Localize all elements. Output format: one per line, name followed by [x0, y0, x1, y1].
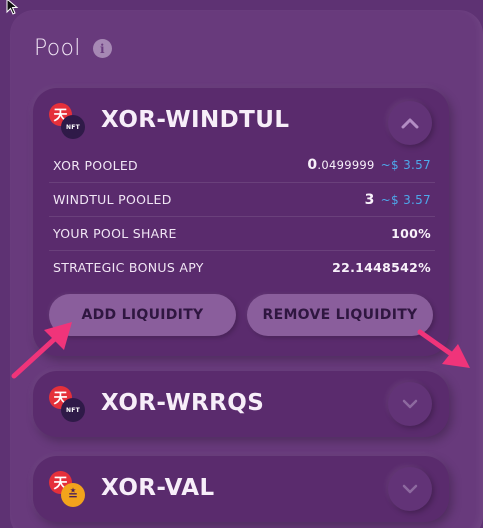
collapse-pool-button[interactable]: [388, 101, 432, 145]
pool-pair-header: 天 NFT XOR-WINDTUL: [49, 103, 290, 139]
value-integer: 0: [307, 157, 318, 173]
pool-card-xor-val[interactable]: 天 ≛ XOR-VAL: [33, 456, 449, 522]
pool-pair-name: XOR-WINDTUL: [101, 107, 290, 133]
mouse-pointer-icon: [6, 0, 19, 15]
token-pair-icons: 天 ≛: [49, 471, 85, 507]
token-pair-icons: 天 NFT: [49, 386, 85, 422]
value-decimal: .0499999: [317, 158, 375, 172]
fiat-value: ~$ 3.57: [380, 192, 431, 207]
pool-header: Pool i: [34, 36, 112, 61]
info-icon[interactable]: i: [92, 39, 112, 58]
fiat-value: ~$ 3.57: [380, 158, 431, 172]
pool-pair-name: XOR-VAL: [101, 475, 215, 501]
pink-arrow-icon: [417, 329, 470, 368]
pool-details: XOR POOLED 0.0499999 ~$ 3.57 WINDTUL POOL…: [49, 148, 435, 284]
expand-pool-button[interactable]: [388, 467, 432, 511]
pink-arrow-icon: [11, 322, 72, 379]
expand-pool-button[interactable]: [388, 382, 432, 426]
windtul-pooled-row: WINDTUL POOLED 3 ~$ 3.57: [49, 182, 435, 216]
nft-token-icon: NFT: [61, 115, 85, 139]
bonus-apy-row: STRATEGIC BONUS APY 22.1448542%: [49, 250, 435, 284]
row-value: 0.0499999 ~$ 3.57: [307, 157, 431, 173]
row-label: WINDTUL POOLED: [53, 192, 172, 207]
val-token-icon: ≛: [61, 483, 85, 507]
row-label: STRATEGIC BONUS APY: [53, 260, 204, 275]
row-value: 100%: [391, 226, 431, 241]
pool-share-row: YOUR POOL SHARE 100%: [49, 216, 435, 250]
page-title: Pool: [34, 36, 81, 61]
row-value: 3 ~$ 3.57: [365, 192, 431, 208]
pool-pair-header: 天 NFT XOR-WRRQS: [49, 386, 265, 422]
chevron-down-icon: [402, 484, 418, 494]
chevron-down-icon: [402, 399, 418, 409]
xor-pooled-row: XOR POOLED 0.0499999 ~$ 3.57: [49, 148, 435, 182]
pool-pair-header: 天 ≛ XOR-VAL: [49, 471, 215, 507]
remove-liquidity-button[interactable]: REMOVE LIQUIDITY: [247, 294, 433, 336]
row-label: YOUR POOL SHARE: [53, 226, 177, 241]
chevron-up-icon: [401, 118, 419, 129]
token-pair-icons: 天 NFT: [49, 103, 85, 139]
value-integer: 3: [364, 191, 375, 208]
row-value: 22.1448542%: [332, 260, 431, 275]
row-label: XOR POOLED: [53, 157, 138, 173]
nft-token-icon: NFT: [61, 398, 85, 422]
pool-card-xor-windtul: 天 NFT XOR-WINDTUL XOR POOLED 0.0499999 ~$…: [33, 88, 449, 356]
pool-pair-name: XOR-WRRQS: [101, 390, 265, 416]
pool-card-xor-wrrqs[interactable]: 天 NFT XOR-WRRQS: [33, 371, 449, 437]
